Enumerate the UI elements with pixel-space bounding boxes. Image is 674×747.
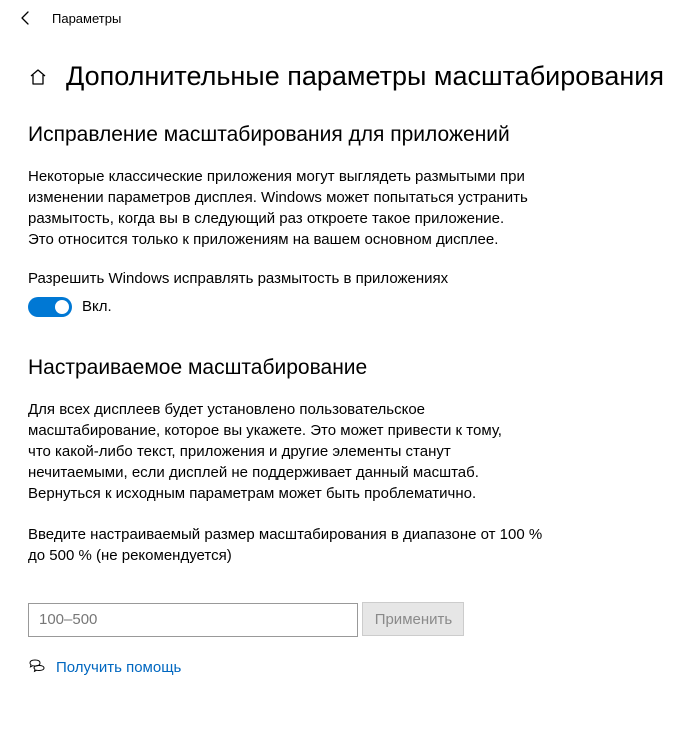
apply-button[interactable]: Применить — [362, 602, 464, 636]
section-desc-fix-scaling: Некоторые классические приложения могут … — [28, 166, 528, 250]
back-arrow-icon — [18, 10, 34, 26]
page-title: Дополнительные параметры масштабирования — [66, 62, 664, 92]
get-help-link[interactable]: Получить помощь — [56, 659, 181, 676]
section-desc-custom-scaling: Для всех дисплеев будет установлено поль… — [28, 399, 528, 504]
fix-blur-toggle[interactable] — [28, 297, 72, 317]
toggle-label: Разрешить Windows исправлять размытость … — [28, 270, 528, 287]
section-heading-custom-scaling: Настраиваемое масштабирование — [28, 355, 548, 381]
window-header: Параметры — [0, 0, 674, 36]
toggle-row: Вкл. — [28, 297, 646, 317]
section-heading-fix-scaling: Исправление масштабирования для приложен… — [28, 122, 548, 148]
back-button[interactable] — [12, 4, 40, 32]
section-custom-scaling: Настраиваемое масштабирование Для всех д… — [28, 355, 646, 637]
home-icon — [28, 67, 48, 87]
window-title: Параметры — [52, 11, 121, 26]
home-button[interactable] — [28, 67, 48, 87]
custom-scale-input-label: Введите настраиваемый размер масштабиров… — [28, 524, 548, 566]
chat-help-icon — [28, 659, 46, 677]
toggle-knob — [55, 300, 69, 314]
help-row: Получить помощь — [28, 659, 646, 677]
custom-scale-input[interactable] — [28, 603, 358, 637]
content-area: Дополнительные параметры масштабирования… — [0, 36, 674, 697]
toggle-state-label: Вкл. — [82, 298, 112, 315]
help-icon-wrap — [28, 659, 46, 677]
page-title-row: Дополнительные параметры масштабирования — [28, 62, 646, 92]
